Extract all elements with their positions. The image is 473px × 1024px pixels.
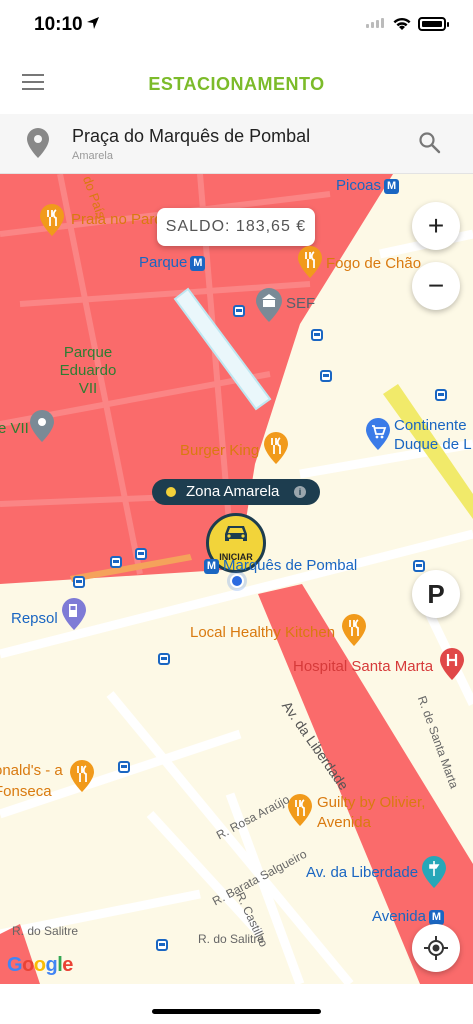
bus-icon[interactable] [233,305,245,317]
place-mcdonalds[interactable]: onald's - a Fonseca [0,760,66,802]
place-marques-label: Marquês de Pombal [223,557,358,574]
page-title: ESTACIONAMENTO [148,74,325,94]
location-title: Praça do Marquês de Pombal [72,126,311,146]
bus-icon[interactable] [156,939,168,951]
place-av-liberdade[interactable]: Av. da Liberdade [306,864,418,881]
zone-name: Zona Amarela [186,483,280,500]
place-burger-king[interactable]: Burger King [180,442,259,459]
hospital-icon[interactable] [440,648,464,680]
metro-icon: M [384,178,400,194]
cart-icon[interactable] [366,418,390,450]
place-parque[interactable]: Parque M [139,254,206,271]
zone-dot-icon [166,487,176,497]
minus-icon: − [427,270,445,301]
place-sef[interactable]: SEF [286,295,315,312]
parking-icon: P [427,579,445,609]
restaurant-icon[interactable] [288,794,312,826]
plus-icon: + [427,210,445,241]
my-location-button[interactable] [412,924,460,972]
bus-icon[interactable] [320,370,332,382]
place-hospital-santa-marta[interactable]: Hospital Santa Marta [293,658,433,675]
restaurant-icon[interactable] [70,760,94,792]
place-eduardo-vii-partial: e VII [0,420,29,437]
place-fogo-de-chao[interactable]: Fogo de Chão [326,255,421,272]
place-repsol[interactable]: Repsol [11,610,58,627]
place-guilty-by-olivier[interactable]: Guilty by Olivier, Avenida [317,793,437,833]
metro-icon: M [204,558,219,574]
info-icon[interactable]: i [294,486,306,498]
app-header: ESTACIONAMENTO [0,52,473,114]
place-avenida-label: Avenida [372,908,426,925]
restaurant-icon[interactable] [264,432,288,464]
bus-icon[interactable] [118,761,130,773]
restaurant-icon[interactable] [40,204,64,236]
map-view[interactable]: do País Picoas M Praia no Parque SALDO: 1… [0,174,473,984]
zone-label[interactable]: Zona Amarela i [152,479,320,505]
place-marques-de-pombal[interactable]: M Marquês de Pombal [204,557,357,574]
place-parque-label: Parque [139,254,188,271]
street-salitre-2: R. do Salitre [198,932,265,946]
restaurant-icon[interactable] [342,614,366,646]
bus-icon[interactable] [73,576,85,588]
home-indicator [0,984,473,1024]
street-salitre-1: R. do Salitre [12,924,79,938]
location-bar[interactable]: Praça do Marquês de Pombal Amarela [0,114,473,174]
status-bar: 10:10 [0,0,473,52]
location-pin-icon[interactable] [30,410,54,442]
bus-icon[interactable] [413,560,425,572]
location-arrow-icon [87,17,99,29]
location-subtitle: Amarela [72,150,113,162]
bus-icon[interactable] [311,329,323,341]
metro-icon: M [428,909,444,925]
place-parque-eduardo-vii[interactable]: Parque Eduardo VII [50,344,126,398]
location-pin-icon [27,128,49,158]
bus-icon[interactable] [135,548,147,560]
bus-icon[interactable] [158,653,170,665]
museum-icon[interactable] [422,856,446,888]
metro-icon: M [190,255,206,271]
gas-icon[interactable] [62,598,86,630]
museum-icon[interactable] [256,288,282,322]
google-logo: Google [7,954,73,976]
car-icon [225,526,247,541]
place-continente[interactable]: Continente Duque de L [394,416,473,454]
bus-icon[interactable] [435,389,447,401]
balance-card: SALDO: 183,65 € [157,208,315,246]
status-time: 10:10 [34,14,83,35]
bus-icon[interactable] [110,556,122,568]
place-local-healthy-kitchen[interactable]: Local Healthy Kitchen [190,624,335,641]
restaurant-icon[interactable] [298,246,322,278]
battery-icon [418,17,449,31]
place-avenida[interactable]: Avenida M [372,908,444,925]
wifi-icon [393,17,411,30]
place-picoas-label: Picoas [336,177,382,194]
place-picoas[interactable]: Picoas M [336,177,400,194]
my-location-icon [424,936,448,960]
search-icon[interactable] [418,131,442,155]
parking-button[interactable]: P [412,570,460,618]
zoom-in-button[interactable]: + [412,202,460,250]
